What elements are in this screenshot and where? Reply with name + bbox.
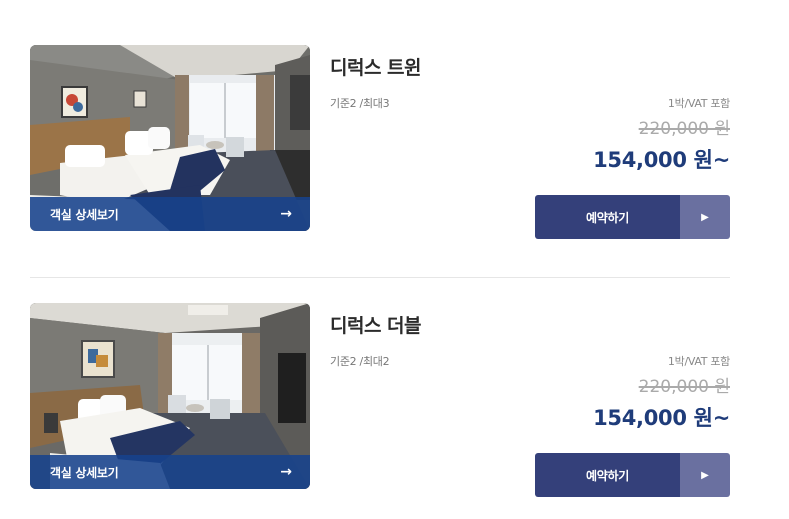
original-price: 220,000 원: [638, 119, 730, 139]
arrow-right-icon: →: [280, 464, 292, 480]
reserve-label: 예약하기: [535, 195, 680, 239]
room-name: 디럭스 더블: [330, 315, 422, 337]
sale-price: 154,000 원~: [593, 148, 730, 172]
room-capacity: 기준2 /최대3: [330, 97, 390, 110]
room-photo[interactable]: 객실 상세보기 →: [30, 303, 310, 489]
original-price: 220,000 원: [638, 377, 730, 397]
reserve-button[interactable]: 예약하기 ▶: [535, 195, 730, 239]
arrow-right-icon: →: [280, 206, 292, 222]
vat-note: 1박/VAT 포함: [667, 355, 730, 368]
vat-note: 1박/VAT 포함: [667, 97, 730, 110]
room-card: 객실 상세보기 → 디럭스 트윈 기준2 /최대3 1박/VAT 포함 220,…: [30, 45, 730, 239]
play-arrow-icon: ▶: [680, 453, 730, 497]
sale-price: 154,000 원~: [593, 406, 730, 430]
room-detail-label: 객실 상세보기: [50, 465, 119, 480]
room-detail-button[interactable]: 객실 상세보기 →: [30, 197, 310, 231]
room-card: 객실 상세보기 → 디럭스 더블 기준2 /최대2 1박/VAT 포함 220,…: [30, 303, 730, 497]
reserve-button[interactable]: 예약하기 ▶: [535, 453, 730, 497]
room-info: 디럭스 더블 기준2 /최대2 1박/VAT 포함 220,000 원 154,…: [330, 303, 730, 497]
divider: [30, 277, 730, 278]
play-arrow-icon: ▶: [680, 195, 730, 239]
room-name: 디럭스 트윈: [330, 57, 422, 79]
reserve-label: 예약하기: [535, 453, 680, 497]
room-capacity: 기준2 /최대2: [330, 355, 390, 368]
room-detail-button[interactable]: 객실 상세보기 →: [30, 455, 310, 489]
room-photo[interactable]: 객실 상세보기 →: [30, 45, 310, 231]
room-info: 디럭스 트윈 기준2 /최대3 1박/VAT 포함 220,000 원 154,…: [330, 45, 730, 239]
room-detail-label: 객실 상세보기: [50, 207, 119, 222]
